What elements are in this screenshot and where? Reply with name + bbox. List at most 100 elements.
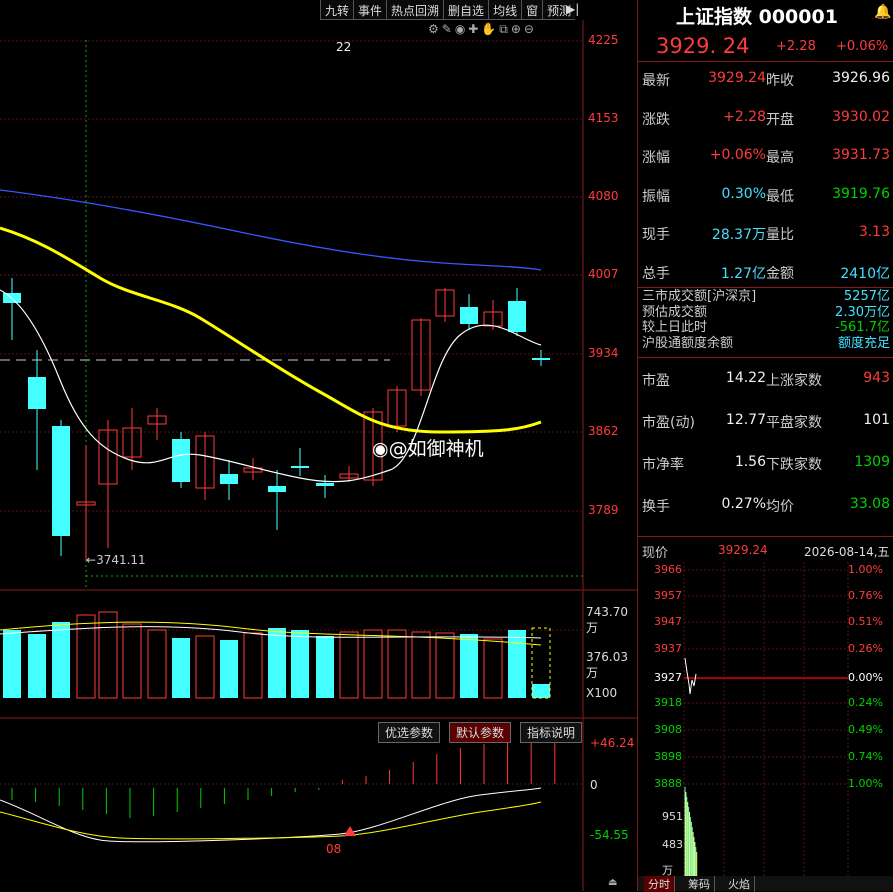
stats-value: 1.56 — [734, 454, 766, 470]
stats-value: 14.22 — [725, 370, 766, 386]
toolbar-item-0[interactable]: 九转 — [320, 0, 354, 20]
tab-optimal-params[interactable]: 优选参数 — [378, 722, 441, 743]
stats-row: 换手 0.27% 均价 33.08 — [638, 496, 893, 534]
stats-value: 101 — [863, 412, 890, 428]
ma-line-yellow — [0, 226, 542, 434]
candle — [411, 318, 431, 396]
volume-bar — [220, 640, 238, 698]
stats-label: 市盈(动) — [642, 415, 695, 431]
volume-bar — [460, 634, 478, 698]
market-row: 较上日此时 -561.7亿 — [638, 321, 893, 337]
toolbar-item-4[interactable]: 均线 — [488, 0, 522, 20]
mini-price-label: 3888 — [654, 777, 682, 790]
mini-price-label: 3966 — [654, 563, 682, 576]
volume-axis-label: 376.03万 — [586, 650, 628, 680]
tab-default-params[interactable]: 默认参数 — [449, 722, 512, 743]
expand-icon[interactable]: ⏏ — [608, 877, 617, 888]
candle — [172, 432, 190, 488]
current-price: 3929. 24 — [656, 34, 750, 58]
price-axis-label: 3934 — [588, 346, 619, 360]
candle — [268, 470, 286, 530]
toolbar-item-3[interactable]: 删自选 — [443, 0, 489, 20]
mini-price-label: 3947 — [654, 615, 682, 628]
quote-row: 最新 3929.24 昨收 3926.96 — [638, 70, 893, 108]
mini-pct-label: 0.24% — [848, 696, 883, 709]
quote-value: 0.30% — [721, 185, 766, 202]
bottom-tab-0[interactable]: 分时 — [644, 876, 675, 892]
volume-bar — [483, 638, 503, 699]
candle — [3, 278, 21, 340]
volume-bar — [147, 629, 167, 699]
price-axis-label: 4007 — [588, 267, 619, 281]
toolbar-item-2[interactable]: 热点回溯 — [386, 0, 444, 20]
stats-label: 均价 — [766, 499, 794, 515]
toolbar-item-1[interactable]: 事件 — [353, 0, 387, 20]
low-price-marker: ←3741.11 — [86, 553, 146, 567]
quote-value: 3929.24 — [708, 70, 766, 86]
indicator-axis-label: -54.55 — [590, 828, 629, 842]
quote-label: 涨幅 — [642, 150, 670, 166]
tab-indicator-help[interactable]: 指标说明 — [520, 722, 583, 743]
mini-price-label: 3957 — [654, 589, 682, 602]
candle — [147, 408, 167, 440]
quote-value: 28.37万 — [711, 227, 766, 243]
quote-row: 现手 28.37万 量比 3.13 — [638, 224, 893, 262]
weibo-icon: ◉ — [372, 438, 389, 460]
candle — [316, 475, 334, 498]
volume-bar — [268, 628, 286, 698]
candle — [291, 448, 309, 476]
chart-tools-icons[interactable]: ⚙✎◉✚✋⧉⊕⊖ — [428, 22, 537, 37]
kline-chart-area[interactable]: 九转 事件 热点回溯 删自选 均线窗预测 ▶| ⚙✎◉✚✋⧉⊕⊖ 22 ←3741.11… — [0, 0, 637, 891]
volume-axis-label: X100 — [586, 686, 618, 700]
volume-bar — [532, 684, 550, 698]
quote-label: 振幅 — [642, 188, 670, 205]
quote-label: 量比 — [766, 227, 794, 243]
quote-row: 涨幅 +0.06% 最高 3931.73 — [638, 147, 893, 185]
intraday-mini-chart[interactable] — [638, 562, 893, 877]
toolbar-item-5[interactable]: 窗 — [521, 0, 543, 20]
stats-label: 换手 — [642, 499, 670, 515]
stats-row: 市净率 1.56 下跌家数 1309 — [638, 454, 893, 492]
ma-line-blue — [0, 189, 542, 271]
quote-panel: 上证指数 000001 🔔 3929. 24 +2.28 +0.06% 最新 39… — [608, 0, 893, 892]
candle — [28, 350, 46, 470]
bottom-tab-1[interactable]: 筹码 — [684, 876, 715, 892]
volume-bar — [363, 629, 383, 699]
quote-value: 3.13 — [858, 224, 890, 240]
bottom-tab-2[interactable]: 火焰 — [724, 876, 755, 892]
quote-value: 2410亿 — [840, 265, 890, 282]
mini-price-label: 3927 — [654, 671, 682, 684]
bell-icon[interactable]: 🔔 — [874, 4, 891, 20]
index-title: 上证指数 000001 — [676, 6, 838, 28]
quote-row: 涨跌 +2.28 开盘 3930.02 — [638, 109, 893, 147]
volume-bar — [411, 631, 431, 699]
quote-value: +0.06% — [709, 147, 766, 163]
chart-toolbar: 九转 事件 热点回溯 删自选 均线窗预测 — [320, 0, 576, 20]
market-label: 预估成交额 — [642, 304, 708, 320]
market-value: -561.7亿 — [835, 320, 890, 335]
date-marker: 08 — [326, 842, 342, 856]
stats-row: 市盈 14.22 上涨家数 943 — [638, 370, 893, 408]
volume-bar — [98, 611, 118, 699]
quote-label: 金额 — [766, 265, 794, 282]
volume-bar — [52, 622, 70, 698]
mini-pct-label: 0.26% — [848, 642, 883, 655]
price-axis-label: 3789 — [588, 503, 619, 517]
mini-volume-label: 483 — [662, 838, 683, 851]
candle — [435, 288, 455, 322]
volume-bar — [508, 630, 526, 698]
candle — [195, 432, 215, 500]
collapse-icon[interactable]: ▶| — [566, 2, 579, 16]
market-label: 三市成交额[沪深京] — [642, 289, 757, 304]
price-axis-label: 3862 — [588, 424, 619, 438]
volume-bar — [76, 614, 96, 699]
mini-price-label: 3908 — [654, 723, 682, 736]
mini-price: 3929.24 — [718, 543, 768, 557]
market-value: 2.30万亿 — [835, 304, 890, 320]
volume-bar — [435, 632, 455, 699]
volume-bar — [387, 629, 407, 699]
mini-label: 现价 — [642, 546, 669, 561]
indicator-axis-label: +46.24 — [590, 736, 635, 750]
stats-value: 12.77 — [725, 412, 766, 428]
candlestick-chart[interactable] — [0, 0, 637, 891]
